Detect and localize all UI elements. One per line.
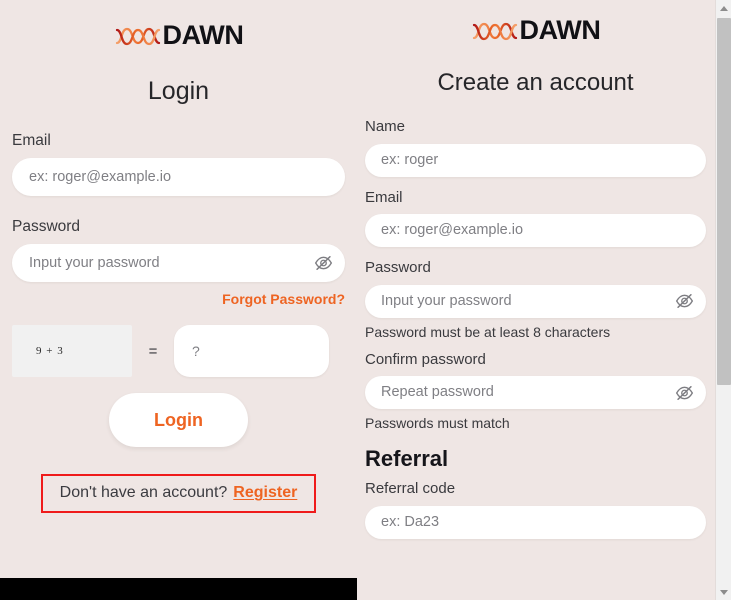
captcha-equals-sign: = [148, 342, 158, 360]
app-viewport: DAWN Login Email ex: roger@example.io Pa… [0, 0, 731, 600]
login-password-placeholder: Input your password [29, 255, 160, 272]
register-password-input[interactable]: Input your password [365, 284, 706, 318]
login-email-input[interactable]: ex: roger@example.io [12, 158, 345, 197]
register-confirm-password-label: Confirm password [365, 350, 486, 368]
login-title: Login [147, 77, 210, 105]
scrollbar-up-arrow-icon[interactable] [716, 0, 731, 16]
register-prompt-wrapper: Don't have an account? Register [12, 474, 345, 514]
scrollbar-thumb[interactable] [717, 18, 731, 385]
bottom-black-bar [0, 578, 357, 600]
register-prompt-text: Don't have an account? [59, 484, 228, 502]
register-email-placeholder: ex: roger@example.io [381, 222, 524, 238]
login-submit-button[interactable]: Login [109, 393, 248, 448]
captcha-challenge-image: 9 + 3 [12, 325, 132, 378]
forgot-password-row: Forgot Password? [12, 291, 345, 309]
captcha-answer-input[interactable]: ? [174, 325, 329, 378]
eye-off-icon[interactable] [674, 382, 695, 403]
register-password-hint: Password must be at least 8 characters [365, 323, 611, 340]
register-prompt-highlight-box: Don't have an account? Register [40, 474, 317, 514]
login-email-label: Email [12, 132, 51, 149]
login-button-row: Login [12, 393, 345, 448]
brand-wordmark: DAWN [162, 20, 244, 50]
register-title: Create an account [437, 69, 634, 96]
register-panel: DAWN Create an account Name ex: roger Em… [357, 0, 715, 600]
referral-code-placeholder: ex: Da23 [381, 513, 440, 530]
referral-code-label: Referral code [365, 480, 456, 498]
login-panel: DAWN Login Email ex: roger@example.io Pa… [0, 0, 357, 600]
register-confirm-password-input[interactable]: Repeat password [365, 376, 706, 410]
register-confirm-password-hint: Passwords must match [365, 415, 510, 432]
page-scrollbar[interactable] [715, 0, 731, 600]
brand-wordmark: DAWN [519, 15, 601, 45]
register-password-placeholder: Input your password [381, 292, 512, 309]
login-password-label: Password [12, 218, 81, 236]
login-email-placeholder: ex: roger@example.io [29, 169, 172, 186]
eye-off-icon[interactable] [313, 253, 334, 274]
captcha-row: 9 + 3 = ? [12, 325, 345, 378]
forgot-password-link[interactable]: Forgot Password? [222, 291, 345, 307]
auth-columns: DAWN Login Email ex: roger@example.io Pa… [0, 0, 715, 600]
register-name-label: Name [365, 118, 406, 135]
dawn-wave-logo-icon [114, 23, 162, 49]
register-confirm-password-placeholder: Repeat password [381, 384, 494, 401]
register-link[interactable]: Register [233, 484, 297, 502]
referral-section-heading: Referral [365, 446, 449, 472]
dawn-wave-logo-icon [471, 18, 519, 44]
login-password-input[interactable]: Input your password [12, 244, 345, 283]
register-email-input[interactable]: ex: roger@example.io [365, 214, 706, 247]
referral-code-input[interactable]: ex: Da23 [365, 505, 706, 539]
register-name-placeholder: ex: roger [381, 151, 439, 168]
scrollbar-down-arrow-icon[interactable] [716, 584, 731, 600]
register-name-input[interactable]: ex: roger [365, 143, 706, 177]
register-email-label: Email [365, 188, 403, 206]
login-brand-logo: DAWN [12, 0, 345, 49]
register-brand-logo: DAWN [365, 0, 706, 44]
eye-off-icon[interactable] [674, 291, 695, 312]
captcha-answer-placeholder: ? [192, 343, 200, 360]
register-password-label: Password [365, 259, 431, 276]
